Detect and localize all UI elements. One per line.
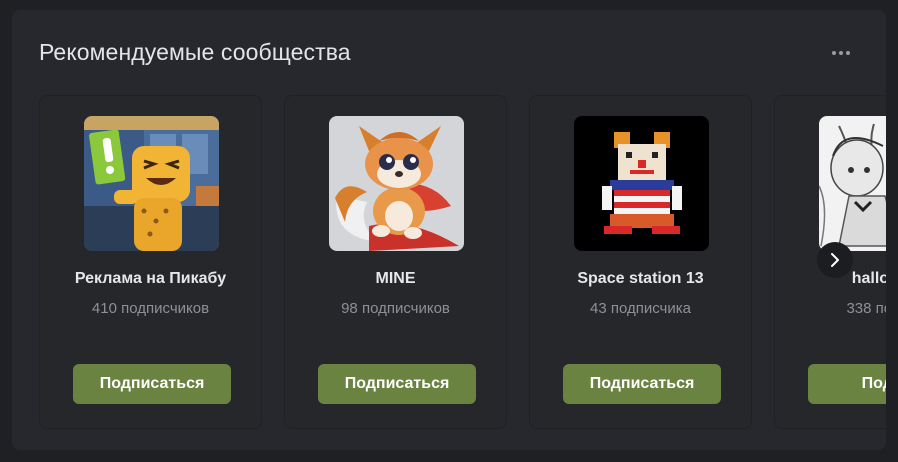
communities-carousel: Реклама на Пикабу 410 подписчиков Подпис… <box>39 95 886 431</box>
carousel-next-button[interactable] <box>817 242 853 278</box>
community-avatar[interactable] <box>84 116 219 251</box>
community-name[interactable]: Реклама на Пикабу <box>40 270 261 288</box>
community-card[interactable]: MINE 98 подписчиков Подписаться <box>284 95 507 429</box>
community-avatar[interactable] <box>329 116 464 251</box>
subscriber-count: 410 подписчиков <box>91 300 210 317</box>
panel-title: Рекомендуемые сообщества <box>39 39 351 65</box>
subscribe-button[interactable]: Подписаться <box>563 364 721 404</box>
community-card[interactable]: Space station 13 43 подписчика Подписать… <box>529 95 752 429</box>
subscribe-button[interactable]: Подписаться <box>73 364 231 404</box>
more-options-button[interactable] <box>824 43 858 63</box>
more-dot-icon <box>839 51 843 55</box>
subscribe-button[interactable]: Подпи <box>808 364 886 404</box>
subscribe-button[interactable]: Подписаться <box>318 364 476 404</box>
subscriber-count: 43 подписчика <box>589 300 691 317</box>
more-dot-icon <box>846 51 850 55</box>
pixel-clown-image <box>574 116 709 251</box>
community-avatar[interactable] <box>819 116 886 251</box>
cookie-mascot-image <box>84 116 219 251</box>
sketch-girl-image <box>819 116 886 251</box>
community-avatar[interactable] <box>574 116 709 251</box>
community-name[interactable]: MINE <box>285 270 506 288</box>
subscriber-count: 98 подписчиков <box>341 300 450 317</box>
community-card[interactable]: Реклама на Пикабу 410 подписчиков Подпис… <box>39 95 262 429</box>
chevron-right-icon <box>831 253 839 267</box>
recommended-communities-panel: Рекомендуемые сообщества Реклама на Пика… <box>12 10 886 450</box>
subscriber-count: 338 подпис <box>846 300 886 317</box>
fox-character-image <box>329 116 464 251</box>
community-name[interactable]: Space station 13 <box>530 270 751 288</box>
more-dot-icon <box>832 51 836 55</box>
